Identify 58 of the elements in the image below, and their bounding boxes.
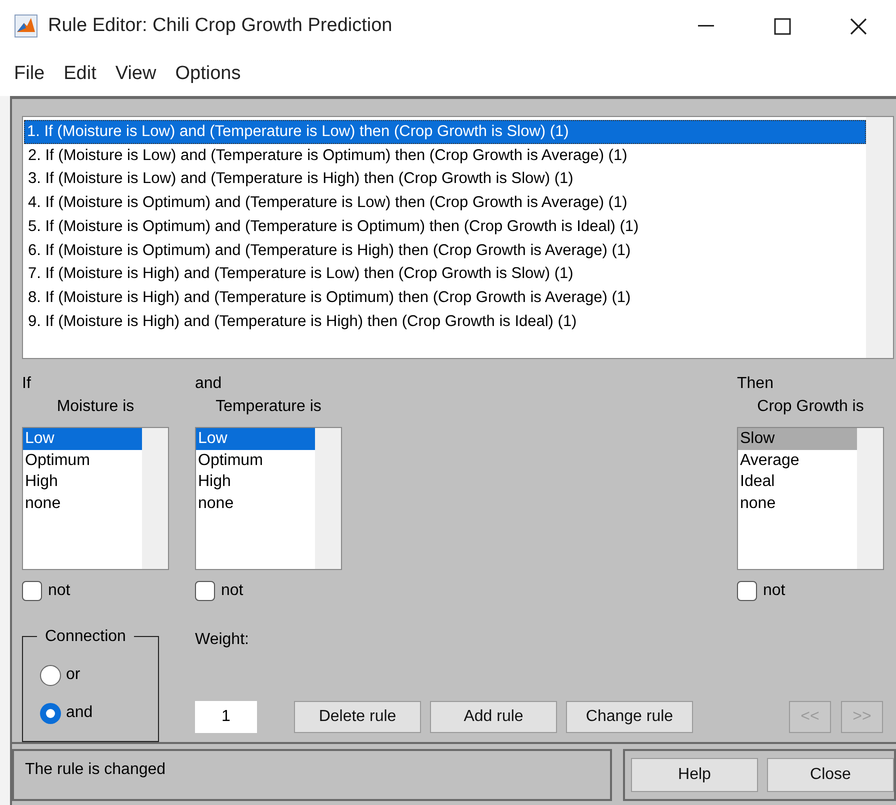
membership-list[interactable]: Low Optimum High none bbox=[195, 427, 342, 570]
menu-item[interactable]: Options bbox=[175, 60, 241, 88]
list-option[interactable]: Optimum bbox=[196, 450, 315, 471]
menu-item[interactable]: File bbox=[14, 60, 45, 88]
rule-action-button[interactable]: Delete rule bbox=[294, 701, 421, 733]
menu-item[interactable]: Edit bbox=[64, 60, 96, 88]
minimize-icon bbox=[698, 25, 714, 27]
checkbox-label: not bbox=[48, 581, 70, 601]
checkbox-label: not bbox=[221, 581, 244, 601]
rules-list[interactable] bbox=[22, 116, 894, 359]
dialog-button[interactable]: Close bbox=[767, 758, 894, 792]
status-message: The rule is changed bbox=[25, 761, 166, 778]
not-checkbox[interactable] bbox=[195, 581, 215, 601]
list-option[interactable]: High bbox=[23, 471, 142, 492]
weight-field[interactable]: 1 bbox=[195, 701, 257, 733]
rule-item[interactable]: 3. If (Moisture is Low) and (Temperature is High) then (Crop Growth is Slow) (1) bbox=[24, 167, 866, 192]
rule-action-button[interactable]: Add rule bbox=[430, 701, 557, 733]
rule-item[interactable]: 2. If (Moisture is Low) and (Temperature is Optimum) then (Crop Growth is Average) (1) bbox=[24, 144, 866, 168]
list-option[interactable]: Average bbox=[738, 450, 857, 471]
variable-label: Moisture is bbox=[56, 398, 134, 416]
membership-list[interactable]: Low Optimum High none bbox=[22, 427, 169, 570]
list-option[interactable]: Ideal bbox=[738, 471, 857, 492]
list-option[interactable]: none bbox=[23, 492, 142, 514]
list-option[interactable]: Slow bbox=[738, 428, 857, 450]
app-logo-icon bbox=[14, 14, 38, 38]
list-option[interactable]: High bbox=[196, 471, 315, 492]
list-option[interactable]: Optimum bbox=[23, 450, 142, 471]
rule-item[interactable]: 7. If (Moisture is High) and (Temperature is Low) then (Crop Growth is Slow) (1) bbox=[24, 262, 866, 286]
not-checkbox[interactable] bbox=[737, 581, 757, 601]
variable-label: Temperature is bbox=[216, 398, 322, 416]
dialog-button[interactable]: Help bbox=[631, 758, 758, 792]
list-option[interactable]: none bbox=[196, 492, 315, 514]
rule-item[interactable]: 4. If (Moisture is Optimum) and (Temperature is Low) then (Crop Growth is Average) (1) bbox=[24, 191, 866, 215]
maximize-icon bbox=[774, 18, 790, 34]
list-option[interactable]: none bbox=[738, 492, 857, 514]
rule-item[interactable]: 8. If (Moisture is High) and (Temperature is Optimum) then (Crop Growth is Average) (1) bbox=[24, 286, 866, 310]
close-icon bbox=[850, 18, 866, 34]
rule-item[interactable]: 6. If (Moisture is Optimum) and (Temperature is High) then (Crop Growth is Average) (1) bbox=[24, 238, 866, 262]
radio-label: and bbox=[66, 703, 93, 723]
radio-button[interactable] bbox=[40, 664, 61, 686]
rule-action-button[interactable]: Change rule bbox=[566, 701, 693, 733]
checkbox-label: not bbox=[763, 581, 786, 601]
rule-item[interactable]: 1. If (Moisture is Low) and (Temperature is Low) then (Crop Growth is Slow) (1) bbox=[24, 120, 866, 144]
list-option[interactable]: Low bbox=[23, 428, 142, 450]
rule-item[interactable]: 5. If (Moisture is Optimum) and (Temperature is Optimum) then (Crop Growth is Ideal) (1) bbox=[24, 214, 866, 239]
connector-label: and bbox=[195, 375, 223, 393]
variable-label: Crop Growth is bbox=[757, 398, 864, 416]
menu-item[interactable]: View bbox=[115, 60, 156, 88]
list-option[interactable]: Low bbox=[196, 428, 315, 450]
membership-list[interactable]: Slow Average Ideal none bbox=[737, 427, 884, 570]
not-checkbox[interactable] bbox=[22, 581, 42, 601]
rule-item[interactable]: 9. If (Moisture is High) and (Temperature is High) then (Crop Growth is Ideal) (1) bbox=[24, 310, 866, 334]
window-title: Rule Editor: Chili Crop Growth Prediction bbox=[48, 14, 392, 38]
connector-label: If bbox=[22, 375, 32, 393]
weight-label: Weight: bbox=[195, 630, 250, 650]
radio-label: or bbox=[66, 665, 80, 685]
connector-label: Then bbox=[737, 375, 774, 393]
radio-button[interactable] bbox=[40, 702, 61, 724]
